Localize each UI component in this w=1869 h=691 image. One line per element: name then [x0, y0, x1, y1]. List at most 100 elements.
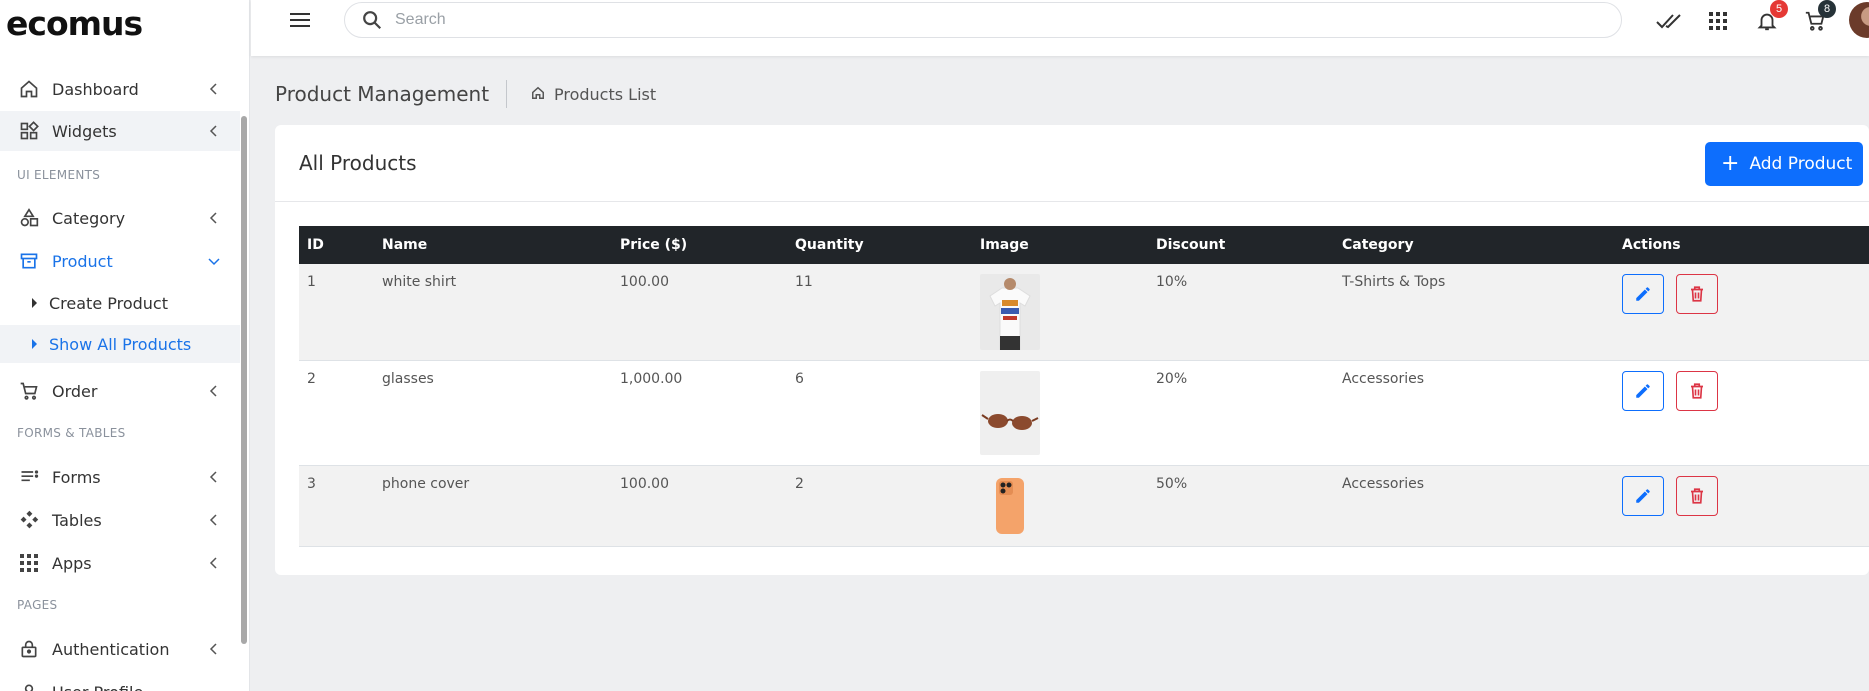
- products-table: ID Name Price ($) Quantity Image Discoun…: [299, 226, 1869, 547]
- card-title: All Products: [299, 151, 417, 175]
- sidebar-sub-create-product[interactable]: Create Product: [0, 284, 240, 322]
- chevron-left-icon: [209, 212, 217, 224]
- sidebar-item-order[interactable]: Order: [0, 371, 240, 411]
- col-header-quantity: Quantity: [795, 237, 864, 253]
- chevron-left-icon: [209, 471, 217, 483]
- sidebar-item-product[interactable]: Product: [0, 241, 240, 281]
- pencil-icon: [1636, 287, 1650, 301]
- cell-name: white shirt: [374, 264, 612, 361]
- cell-quantity: 11: [787, 264, 972, 361]
- edit-button[interactable]: [1622, 476, 1664, 516]
- user-icon: [18, 681, 40, 691]
- col-header-id: ID: [307, 237, 324, 253]
- table-row: 1 white shirt 100.00 11 10% T-Shirts & T…: [299, 264, 1869, 361]
- pencil-icon: [1636, 489, 1650, 503]
- chevron-left-icon: [209, 514, 217, 526]
- sidebar-item-apps[interactable]: Apps: [0, 543, 240, 583]
- col-header-name: Name: [382, 237, 428, 253]
- add-product-button[interactable]: + Add Product: [1705, 142, 1863, 186]
- chevron-left-icon: [209, 83, 217, 95]
- cell-price: 1,000.00: [612, 360, 787, 466]
- col-header-price: Price ($): [620, 237, 688, 253]
- sidebar-item-dashboard[interactable]: Dashboard: [0, 69, 240, 109]
- cell-category: Accessories: [1334, 465, 1614, 547]
- notification-count-badge: 5: [1770, 0, 1788, 18]
- sidebar-item-category[interactable]: Category: [0, 198, 240, 238]
- cart-count-badge: 8: [1818, 0, 1836, 18]
- delete-button[interactable]: [1676, 274, 1719, 314]
- widgets-icon: [18, 120, 40, 142]
- sidebar-item-forms[interactable]: Forms: [0, 457, 240, 497]
- tables-icon: [18, 509, 40, 531]
- caret-right-icon: [32, 298, 37, 308]
- cell-id: 3: [299, 465, 374, 547]
- page-title: Product Management: [275, 82, 490, 106]
- sidebar-scrollbar[interactable]: [241, 116, 247, 644]
- cell-quantity: 6: [787, 360, 972, 466]
- cell-actions: [1614, 465, 1869, 547]
- sidebar-sub-label: Create Product: [49, 293, 168, 313]
- mark-all-read-icon[interactable]: [1656, 8, 1682, 34]
- cell-discount: 50%: [1148, 465, 1334, 547]
- sidebar-item-label: Category: [52, 208, 126, 228]
- cell-name: glasses: [374, 360, 612, 466]
- cell-quantity: 2: [787, 465, 972, 547]
- section-forms-tables: FORMS & TABLES: [17, 426, 126, 440]
- breadcrumb-divider: [506, 80, 507, 108]
- apps-grid-icon: [18, 552, 40, 574]
- table-row: 2 glasses 1,000.00 6 20% Accessories: [299, 360, 1869, 466]
- search-bar[interactable]: [344, 2, 1622, 38]
- sidebar-sub-label: Show All Products: [49, 334, 192, 354]
- sidebar-item-label: Authentication: [52, 639, 170, 659]
- cell-price: 100.00: [612, 264, 787, 361]
- sidebar-sub-show-all-products[interactable]: Show All Products: [0, 325, 240, 363]
- chevron-left-icon: [209, 557, 217, 569]
- delete-button[interactable]: [1676, 476, 1719, 516]
- chevron-left-icon: [209, 643, 217, 655]
- user-avatar[interactable]: [1849, 2, 1869, 38]
- sidebar-item-authentication[interactable]: Authentication: [0, 629, 240, 669]
- sidebar: ecomus Dashboard Widgets UI ELEMENTS Cat…: [0, 0, 250, 691]
- caret-right-icon: [32, 339, 37, 349]
- sidebar-item-widgets[interactable]: Widgets: [0, 111, 240, 151]
- plus-icon: +: [1721, 151, 1740, 176]
- cell-name: phone cover: [374, 465, 612, 547]
- cell-id: 1: [299, 264, 374, 361]
- sidebar-item-label: Order: [52, 381, 98, 401]
- edit-button[interactable]: [1622, 274, 1664, 314]
- menu-toggle-icon[interactable]: [289, 10, 311, 30]
- products-card: All Products + Add Product ID Name Price…: [275, 125, 1869, 575]
- forms-icon: [18, 466, 40, 488]
- brand-logo[interactable]: ecomus: [6, 4, 143, 43]
- topbar: 5 8: [251, 0, 1869, 56]
- lock-icon: [18, 638, 40, 660]
- trash-icon: [1691, 286, 1704, 302]
- sidebar-item-label: Widgets: [52, 121, 117, 141]
- sidebar-item-tables[interactable]: Tables: [0, 500, 240, 540]
- table-header-row: ID Name Price ($) Quantity Image Discoun…: [299, 226, 1869, 264]
- chevron-down-icon: [208, 258, 220, 266]
- sidebar-item-label: User Profile: [52, 683, 143, 691]
- sidebar-item-label: Product: [52, 251, 113, 271]
- cell-category: Accessories: [1334, 360, 1614, 466]
- breadcrumb-products-list[interactable]: Products List: [554, 85, 656, 104]
- notifications-bell[interactable]: 5: [1754, 0, 1788, 34]
- col-header-actions: Actions: [1622, 237, 1681, 253]
- card-header: All Products + Add Product: [275, 125, 1869, 202]
- sidebar-item-label: Forms: [52, 467, 101, 487]
- cell-discount: 10%: [1148, 264, 1334, 361]
- phone-cover-image: [980, 476, 1040, 536]
- home-icon: [532, 86, 544, 99]
- edit-button[interactable]: [1622, 371, 1664, 411]
- pencil-icon: [1636, 384, 1650, 398]
- cell-image: [972, 360, 1148, 466]
- cell-discount: 20%: [1148, 360, 1334, 466]
- header-cart[interactable]: 8: [1802, 0, 1836, 34]
- search-input[interactable]: [395, 11, 1495, 29]
- col-header-discount: Discount: [1156, 237, 1226, 253]
- cell-id: 2: [299, 360, 374, 466]
- apps-grid-icon[interactable]: [1705, 8, 1731, 34]
- sidebar-item-user-profile[interactable]: User Profile: [0, 672, 240, 691]
- delete-button[interactable]: [1676, 371, 1719, 411]
- col-header-image: Image: [980, 237, 1029, 253]
